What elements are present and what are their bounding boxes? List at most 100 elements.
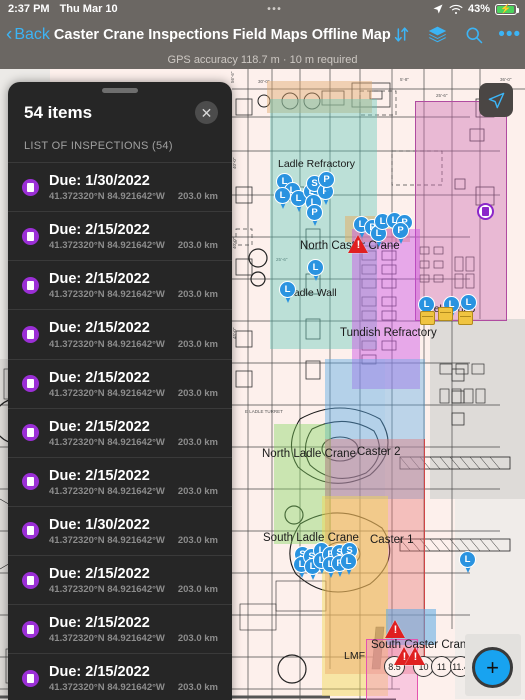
layers-icon[interactable] (427, 24, 449, 46)
map-document-pin[interactable] (477, 203, 494, 220)
map-pin-label: P (306, 204, 323, 221)
add-feature-button[interactable]: + (472, 647, 513, 688)
map-pin[interactable]: P (318, 171, 335, 194)
list-item-coords: 41.372320°N 84.921642°W (49, 289, 165, 301)
map-warning-pin[interactable]: ! (385, 620, 406, 639)
map-label-north-ladle-crane: North Ladle Crane (262, 448, 356, 460)
map-label-caster-2: Caster 2 (357, 446, 401, 458)
map-warning-pin[interactable]: ! (348, 235, 369, 254)
status-bar: 2:37 PM Thu Mar 10 ••• 43% ⚡ (0, 0, 525, 18)
page-title: Caster Crane Inspections Field Maps Offl… (53, 26, 391, 43)
list-item-title: Due: 1/30/2022 (49, 516, 150, 533)
list-item-coords: 41.372320°N 84.921642°W (49, 682, 165, 694)
svg-text:E LADLE TURRET: E LADLE TURRET (245, 409, 283, 414)
list-item-coords: 41.372320°N 84.921642°W (49, 535, 165, 546)
dynamic-island-dots: ••• (267, 3, 283, 15)
svg-text:40'-0": 40'-0" (232, 237, 237, 249)
map-pin[interactable]: L (340, 553, 357, 576)
inspection-document-icon (22, 522, 39, 540)
close-icon[interactable]: ✕ (195, 101, 218, 124)
list-item-distance: 203.0 km (177, 436, 218, 448)
svg-text:45'-0": 45'-0" (232, 327, 237, 339)
list-item-distance: 203.0 km (177, 485, 218, 497)
list-item-title: Due: 2/15/2022 (49, 369, 150, 386)
list-item-distance: 203.0 km (177, 682, 218, 694)
map-pin-label: P (392, 222, 409, 239)
map-pin[interactable]: L (279, 281, 296, 304)
list-item-title: Due: 2/15/2022 (49, 271, 150, 288)
map-pin[interactable]: L (459, 551, 476, 574)
map-box-pin[interactable] (438, 307, 453, 321)
map-pin[interactable]: P (306, 204, 323, 227)
list-item-title: Due: 1/30/2022 (49, 173, 150, 189)
list-item[interactable]: Due: 2/15/2022 41.372320°N 84.921642°W 2… (8, 605, 232, 655)
svg-text:56'-6": 56'-6" (230, 71, 235, 83)
list-item-coords: 41.372320°N 84.921642°W (49, 191, 165, 203)
list-item-coords: 41.372320°N 84.921642°W (49, 584, 165, 596)
gps-accuracy-text: GPS accuracy 118.7 m · 10 m required (167, 54, 358, 66)
document-icon (482, 207, 489, 216)
battery-charging-icon: ⚡ (495, 3, 519, 15)
map-warning-pin[interactable]: ! (405, 647, 426, 666)
list-item[interactable]: Due: 2/15/2022 41.372320°N 84.921642°W 2… (8, 310, 232, 360)
location-arrow-icon (488, 92, 504, 108)
list-item-coords: 41.372320°N 84.921642°W (49, 633, 165, 645)
map-pin-label: L (340, 553, 357, 570)
map-pin-label: L (279, 281, 296, 298)
list-item[interactable]: Due: 2/15/2022 41.372320°N 84.921642°W 2… (8, 556, 232, 606)
list-item-distance: 203.0 km (177, 191, 218, 203)
list-item[interactable]: Due: 2/15/2022 41.372320°N 84.921642°W 2… (8, 409, 232, 458)
wifi-icon (449, 4, 463, 14)
map-pin-label: L (274, 187, 291, 204)
panel-header: 54 items ✕ (8, 93, 232, 138)
list-item[interactable]: Due: 1/30/2022 41.372320°N 84.921642°W 2… (8, 163, 232, 213)
list-item[interactable]: Due: 2/15/2022 41.372320°N 84.921642°W 2… (8, 261, 232, 311)
inspection-document-icon (22, 473, 39, 491)
search-icon[interactable] (463, 24, 485, 46)
list-item[interactable]: Due: 2/15/2022 41.372320°N 84.921642°W 2… (8, 654, 232, 700)
nav-actions: ••• (391, 24, 525, 46)
list-item-distance: 203.0 km (177, 338, 218, 350)
map-pin-label: L (460, 294, 477, 311)
inspection-document-icon (22, 178, 39, 196)
list-item[interactable]: Due: 2/15/2022 41.372320°N 84.921642°W 2… (8, 212, 232, 262)
back-button[interactable]: ‹ Back (0, 25, 50, 44)
inspection-document-icon (22, 571, 39, 589)
list-item-title: Due: 2/15/2022 (49, 615, 150, 632)
map-box-pin[interactable] (420, 311, 435, 325)
inspection-document-icon (22, 620, 39, 638)
sync-icon[interactable] (391, 24, 413, 46)
map-box-pin[interactable] (458, 311, 473, 325)
locate-me-button[interactable] (479, 83, 513, 117)
list-item-title: Due: 2/15/2022 (49, 566, 150, 582)
status-time: 2:37 PM (8, 3, 50, 15)
list-item-title: Due: 2/15/2022 (49, 418, 150, 435)
svg-text:36'-0": 36'-0" (500, 77, 512, 82)
map-pin[interactable]: L (274, 187, 291, 210)
map-pin[interactable]: P (392, 222, 409, 245)
list-section-header: LIST OF INSPECTIONS (54) (24, 140, 173, 152)
map-label-ladle-refractory: Ladle Refractory (278, 158, 356, 170)
location-arrow-icon (433, 4, 443, 14)
list-item-coords: 41.372320°N 84.921642°W (49, 338, 165, 350)
svg-text:25'-6": 25'-6" (436, 93, 448, 98)
inspection-document-icon (22, 669, 39, 687)
map-pin[interactable]: L (307, 259, 324, 282)
map-label-lmf: LMF (344, 650, 365, 662)
svg-text:40'-0": 40'-0" (232, 157, 237, 169)
list-item[interactable]: Due: 2/15/2022 41.372320°N 84.921642°W 2… (8, 360, 232, 409)
inspection-document-icon (22, 325, 39, 343)
list-item-title: Due: 2/15/2022 (49, 222, 150, 239)
map-label-caster-1: Caster 1 (370, 534, 414, 546)
inspection-document-icon (22, 227, 39, 245)
list-item-coords: 41.372320°N 84.921642°W (49, 387, 165, 399)
list-item[interactable]: Due: 1/30/2022 41.372320°N 84.921642°W 2… (8, 507, 232, 556)
list-item-distance: 203.0 km (177, 584, 218, 596)
inspections-list[interactable]: Due: 1/30/2022 41.372320°N 84.921642°W 2… (8, 162, 232, 700)
list-item[interactable]: Due: 2/15/2022 41.372320°N 84.921642°W 2… (8, 458, 232, 507)
panel-title: 54 items (24, 102, 93, 122)
app-root: 56'-6" 30'-0" 5'-8" 25'-6" 40'-0" 40'-0"… (0, 0, 525, 700)
more-icon[interactable]: ••• (498, 24, 521, 46)
gps-accuracy-bar: GPS accuracy 118.7 m · 10 m required (0, 51, 525, 69)
chevron-left-icon: ‹ (6, 24, 13, 45)
